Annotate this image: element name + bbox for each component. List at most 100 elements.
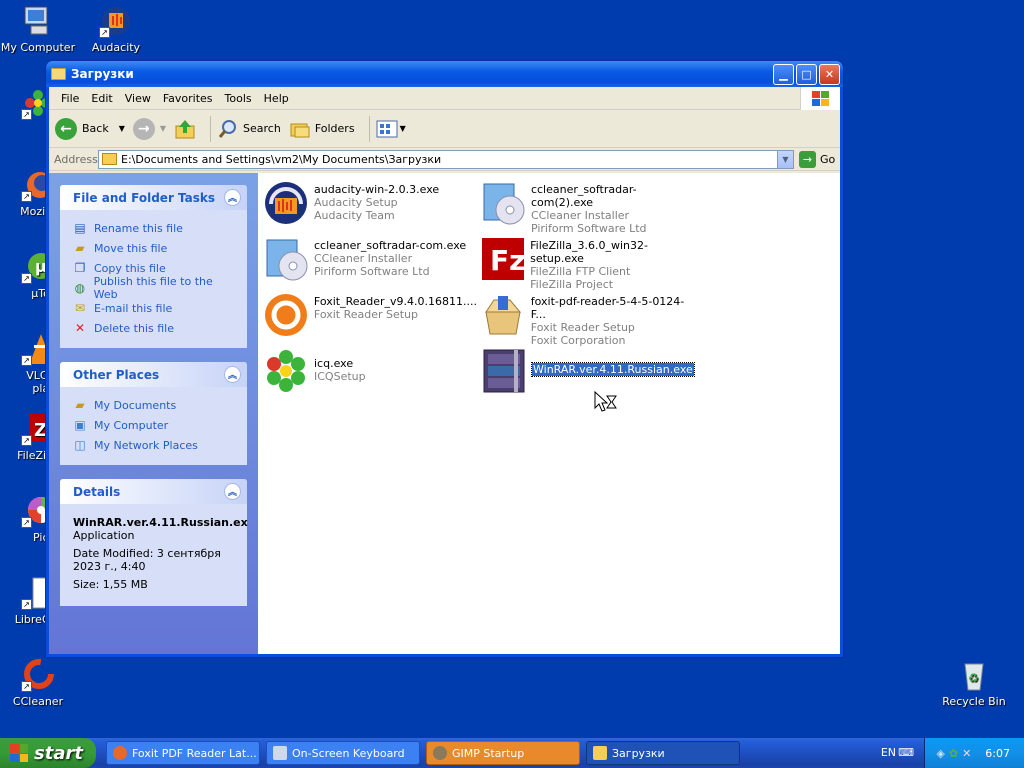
maximize-button[interactable]: □ bbox=[796, 64, 817, 85]
search-button[interactable]: Search bbox=[217, 118, 281, 140]
folders-button[interactable]: Folders bbox=[289, 118, 355, 140]
file-item[interactable]: Fz FileZilla_3.6.0_win32-setup.exe FileZ… bbox=[480, 235, 695, 291]
address-path: E:\Documents and Settings\vm2\My Documen… bbox=[121, 152, 442, 166]
globe-icon: ◍ bbox=[74, 281, 86, 295]
foxit-reader-icon bbox=[262, 291, 310, 339]
dropdown-arrow-icon[interactable]: ▼ bbox=[119, 124, 125, 133]
title-bar[interactable]: Загрузки ▁ □ ✕ bbox=[46, 61, 843, 87]
file-item[interactable]: ccleaner_softradar-com.exe CCleaner Inst… bbox=[262, 235, 477, 287]
panel-header[interactable]: Other Places ︽ bbox=[60, 362, 247, 387]
up-folder-button[interactable] bbox=[174, 118, 196, 140]
folder-icon bbox=[593, 746, 607, 760]
file-item[interactable]: foxit-pdf-reader-5-4-5-0124-F... Foxit R… bbox=[480, 291, 695, 347]
audacity-icon: ↗ bbox=[99, 4, 133, 38]
collapse-chevron-icon[interactable]: ︽ bbox=[224, 189, 241, 206]
menu-help[interactable]: Help bbox=[258, 92, 295, 105]
collapse-chevron-icon[interactable]: ︽ bbox=[224, 483, 241, 500]
task-rename[interactable]: ▤ Rename this file bbox=[72, 218, 237, 238]
setup-box-icon bbox=[480, 291, 527, 339]
desktop-icon-audacity[interactable]: ↗ Audacity bbox=[76, 4, 156, 54]
menu-tools[interactable]: Tools bbox=[219, 92, 258, 105]
folder-icon bbox=[102, 153, 117, 165]
desktop-icon-ccleaner[interactable]: ↗ CCleaner bbox=[0, 658, 78, 708]
details-filename: WinRAR.ver.4.11.Russian.ex bbox=[73, 516, 248, 529]
place-my-computer[interactable]: ▣ My Computer bbox=[72, 415, 237, 435]
file-item[interactable]: icq.exe ICQSetup bbox=[262, 347, 477, 399]
panel-header[interactable]: File and Folder Tasks ︽ bbox=[60, 185, 247, 210]
computer-icon: ▣ bbox=[74, 418, 86, 432]
views-button[interactable]: ▼ bbox=[376, 119, 406, 139]
panel-header[interactable]: Details ︽ bbox=[60, 479, 247, 504]
toolbar-separator bbox=[368, 115, 370, 142]
taskbar-item-gimp[interactable]: GIMP Startup bbox=[426, 741, 580, 765]
collapse-chevron-icon[interactable]: ︽ bbox=[224, 366, 241, 383]
icq-flower-icon bbox=[262, 347, 310, 395]
shortcut-arrow-icon: ↗ bbox=[21, 191, 32, 202]
menu-favorites[interactable]: Favorites bbox=[157, 92, 219, 105]
shortcut-arrow-icon: ↗ bbox=[99, 27, 110, 38]
place-my-documents[interactable]: ▰ My Documents bbox=[72, 395, 237, 415]
forward-button[interactable]: → ▼ bbox=[132, 117, 166, 140]
shortcut-arrow-icon: ↗ bbox=[21, 109, 32, 120]
toolbar: ← Back ▼ → ▼ Search Folders ▼ bbox=[49, 110, 840, 148]
move-icon: ▰ bbox=[75, 241, 85, 255]
tray-icon[interactable]: ✿ bbox=[949, 747, 958, 760]
installer-cd-icon bbox=[262, 235, 310, 283]
address-input[interactable]: E:\Documents and Settings\vm2\My Documen… bbox=[98, 149, 794, 169]
dropdown-arrow-icon[interactable]: ▼ bbox=[160, 124, 166, 133]
go-button[interactable]: → Go bbox=[794, 150, 840, 168]
firefox-icon bbox=[113, 746, 127, 760]
email-icon: ✉ bbox=[74, 301, 86, 315]
menu-view[interactable]: View bbox=[119, 92, 157, 105]
taskbar-item-foxit[interactable]: Foxit PDF Reader Lat... bbox=[106, 741, 260, 765]
desktop-icon-my-computer[interactable]: My Computer bbox=[0, 4, 78, 54]
desktop-icon-label: My Computer bbox=[0, 41, 76, 54]
address-bar: Address E:\Documents and Settings\vm2\My… bbox=[49, 148, 840, 171]
recycle-bin-icon: ♻ bbox=[957, 658, 991, 692]
file-item-selected[interactable]: WinRAR.ver.4.11.Russian.exe bbox=[480, 347, 695, 399]
taskbar-item-keyboard[interactable]: On-Screen Keyboard bbox=[266, 741, 420, 765]
up-folder-icon bbox=[175, 119, 195, 138]
forward-arrow-icon: → bbox=[132, 117, 155, 140]
installer-cd-icon bbox=[480, 179, 527, 227]
menu-edit[interactable]: Edit bbox=[85, 92, 118, 105]
shortcut-arrow-icon: ↗ bbox=[21, 517, 32, 528]
gimp-icon bbox=[433, 746, 447, 760]
minimize-button[interactable]: ▁ bbox=[773, 64, 794, 85]
menu-bar: File Edit View Favorites Tools Help bbox=[49, 87, 840, 110]
language-indicator[interactable]: EN bbox=[881, 746, 896, 759]
keyboard-tray-icon[interactable]: ⌨ bbox=[898, 746, 914, 759]
file-item[interactable]: audacity-win-2.0.3.exe Audacity Setup Au… bbox=[262, 179, 477, 231]
tray-icon[interactable]: ◈ bbox=[936, 747, 944, 760]
back-button[interactable]: ← Back ▼ bbox=[55, 117, 125, 140]
computer-icon bbox=[21, 4, 55, 38]
task-publish[interactable]: ◍ Publish this file to the Web bbox=[72, 275, 237, 301]
desktop-icon-recycle-bin[interactable]: ♻ Recycle Bin bbox=[934, 658, 1014, 708]
start-button[interactable]: start bbox=[0, 738, 96, 768]
clock[interactable]: 6:07 bbox=[985, 747, 1010, 760]
delete-x-icon: ✕ bbox=[74, 321, 86, 335]
task-move[interactable]: ▰ Move this file bbox=[72, 238, 237, 258]
file-item[interactable]: Foxit_Reader_v9.4.0.16811.... Foxit Read… bbox=[262, 291, 477, 343]
address-dropdown-button[interactable]: ▼ bbox=[777, 150, 793, 168]
task-email[interactable]: ✉ E-mail this file bbox=[72, 298, 237, 318]
documents-folder-icon: ▰ bbox=[75, 398, 85, 412]
desktop-icon-label: CCleaner bbox=[12, 695, 64, 708]
shortcut-arrow-icon: ↗ bbox=[21, 681, 32, 692]
ccleaner-icon: ↗ bbox=[21, 658, 55, 692]
place-network[interactable]: ◫ My Network Places bbox=[72, 435, 237, 455]
menu-file[interactable]: File bbox=[55, 92, 85, 105]
toolbar-separator bbox=[210, 115, 212, 142]
tray-icon[interactable]: ✕ bbox=[962, 747, 971, 760]
svg-text:♻: ♻ bbox=[968, 671, 979, 685]
taskbar-item-explorer[interactable]: Загрузки bbox=[586, 741, 740, 765]
file-item[interactable]: ccleaner_softradar-com(2).exe CCleaner I… bbox=[480, 179, 695, 235]
copy-icon: ❐ bbox=[74, 261, 86, 275]
windows-logo-icon bbox=[10, 744, 28, 762]
shortcut-arrow-icon: ↗ bbox=[21, 273, 32, 284]
audacity-icon bbox=[262, 179, 310, 227]
task-delete[interactable]: ✕ Delete this file bbox=[72, 318, 237, 338]
views-icon bbox=[376, 120, 398, 137]
details-modified: Date Modified: 3 сентября 2023 г., 4:40 bbox=[73, 547, 221, 573]
close-button[interactable]: ✕ bbox=[819, 64, 840, 85]
